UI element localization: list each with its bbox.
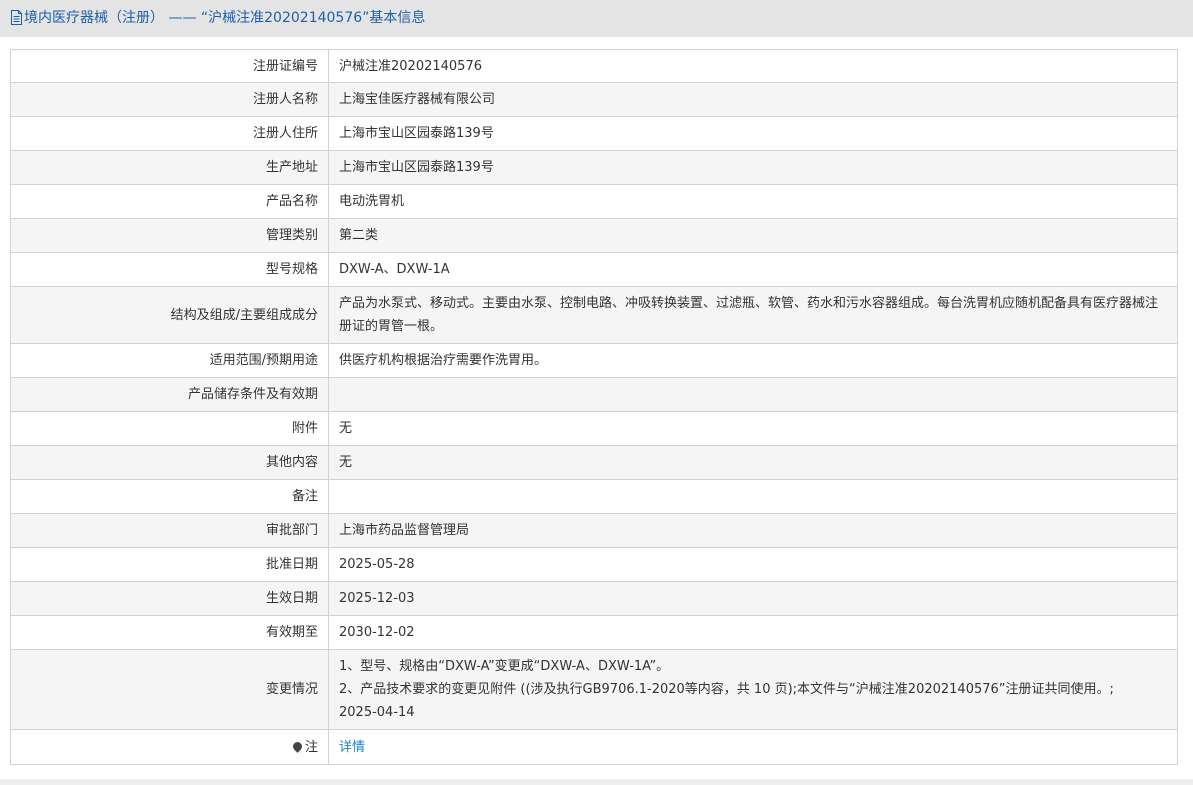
table-row: 批准日期 2025-05-28 bbox=[10, 547, 1178, 582]
table-row: 生效日期 2025-12-03 bbox=[10, 581, 1178, 616]
table-row: 有效期至 2030-12-02 bbox=[10, 615, 1178, 650]
table-row: 型号规格 DXW-A、DXW-1A bbox=[10, 252, 1178, 287]
change-line: 2025-04-14 bbox=[339, 705, 415, 720]
page-header: 境内医疗器械（注册） —— “沪械注准20202140576”基本信息 bbox=[0, 0, 1193, 37]
field-label: 注册人住所 bbox=[10, 116, 329, 151]
field-value: 上海市药品监督管理局 bbox=[328, 513, 1178, 548]
field-value: 电动洗胃机 bbox=[328, 184, 1178, 219]
info-table-body: 注册证编号 沪械注准20202140576 注册人名称 上海宝佳医疗器械有限公司 注册人… bbox=[10, 49, 1178, 765]
change-line: 1、型号、规格由“DXW-A”变更成“DXW-A、DXW-1A”。 bbox=[339, 659, 670, 674]
footer-strip bbox=[0, 779, 1193, 785]
field-label: 产品储存条件及有效期 bbox=[10, 377, 329, 412]
table-row: 注册证编号 沪械注准20202140576 bbox=[10, 49, 1178, 83]
field-value: 上海宝佳医疗器械有限公司 bbox=[328, 82, 1178, 117]
info-table: 注册证编号 沪械注准20202140576 注册人名称 上海宝佳医疗器械有限公司 注册人… bbox=[10, 49, 1178, 765]
field-label: 生效日期 bbox=[10, 581, 329, 616]
field-label: 结构及组成/主要组成成分 bbox=[10, 286, 329, 344]
field-value: 上海市宝山区园泰路139号 bbox=[328, 116, 1178, 151]
field-value: 沪械注准20202140576 bbox=[328, 49, 1178, 83]
note-value: 详情 bbox=[328, 729, 1178, 765]
table-row: 其他内容无 bbox=[10, 445, 1178, 480]
field-label: 附件 bbox=[10, 411, 329, 446]
table-row: 附件无 bbox=[10, 411, 1178, 446]
field-label: 适用范围/预期用途 bbox=[10, 343, 329, 378]
field-label: 变更情况 bbox=[10, 649, 329, 730]
field-value: 2025-05-28 bbox=[328, 547, 1178, 582]
table-row-changes: 变更情况 1、型号、规格由“DXW-A”变更成“DXW-A、DXW-1A”。 2、产… bbox=[10, 649, 1178, 730]
field-label: 注册证编号 bbox=[10, 49, 329, 83]
table-row: 生产地址 上海市宝山区园泰路139号 bbox=[10, 150, 1178, 185]
document-icon bbox=[10, 10, 23, 30]
field-label: 备注 bbox=[10, 479, 329, 514]
field-value bbox=[328, 377, 1178, 412]
page-title: 境内医疗器械（注册） —— “沪械注准20202140576”基本信息 bbox=[10, 9, 425, 30]
field-label: 产品名称 bbox=[10, 184, 329, 219]
field-label: 审批部门 bbox=[10, 513, 329, 548]
changes-value: 1、型号、规格由“DXW-A”变更成“DXW-A、DXW-1A”。 2、产品技术要… bbox=[328, 649, 1178, 730]
table-row: 注册人住所 上海市宝山区园泰路139号 bbox=[10, 116, 1178, 151]
field-label: 管理类别 bbox=[10, 218, 329, 253]
info-panel: 注册证编号 沪械注准20202140576 注册人名称 上海宝佳医疗器械有限公司 注册人… bbox=[0, 37, 1193, 779]
field-value: 产品为水泵式、移动式。主要由水泵、控制电路、冲吸转换装置、过滤瓶、软管、药水和污… bbox=[328, 286, 1178, 344]
note-label: 注 bbox=[304, 739, 318, 755]
table-row: 注册人名称 上海宝佳医疗器械有限公司 bbox=[10, 82, 1178, 117]
table-row: 管理类别 第二类 bbox=[10, 218, 1178, 253]
map-pin-icon bbox=[291, 739, 304, 753]
field-label: 有效期至 bbox=[10, 615, 329, 650]
field-value: 无 bbox=[328, 411, 1178, 446]
detail-link[interactable]: 详情 bbox=[339, 740, 365, 755]
field-label: 批准日期 bbox=[10, 547, 329, 582]
change-line: 2、产品技术要求的变更见附件 ((涉及执行GB9706.1-2020等内容，共 … bbox=[339, 682, 1114, 697]
field-value: 2030-12-02 bbox=[328, 615, 1178, 650]
table-row: 适用范围/预期用途 供医疗机构根据治疗需要作洗胃用。 bbox=[10, 343, 1178, 378]
field-value: 上海市宝山区园泰路139号 bbox=[328, 150, 1178, 185]
page-title-text: 境内医疗器械（注册） —— “沪械注准20202140576”基本信息 bbox=[24, 10, 426, 26]
note-label-cell: 注 bbox=[10, 729, 329, 765]
field-label: 型号规格 bbox=[10, 252, 329, 287]
field-value bbox=[328, 479, 1178, 514]
field-value: 无 bbox=[328, 445, 1178, 480]
field-label: 生产地址 bbox=[10, 150, 329, 185]
field-value: 2025-12-03 bbox=[328, 581, 1178, 616]
field-value: 供医疗机构根据治疗需要作洗胃用。 bbox=[328, 343, 1178, 378]
table-row: 备注 bbox=[10, 479, 1178, 514]
table-row: 产品名称 电动洗胃机 bbox=[10, 184, 1178, 219]
field-label: 注册人名称 bbox=[10, 82, 329, 117]
field-label: 其他内容 bbox=[10, 445, 329, 480]
table-row: 审批部门 上海市药品监督管理局 bbox=[10, 513, 1178, 548]
table-row-note: 注 详情 bbox=[10, 729, 1178, 765]
table-row: 结构及组成/主要组成成分 产品为水泵式、移动式。主要由水泵、控制电路、冲吸转换装置… bbox=[10, 286, 1178, 344]
field-value: DXW-A、DXW-1A bbox=[328, 252, 1178, 287]
field-value: 第二类 bbox=[328, 218, 1178, 253]
table-row: 产品储存条件及有效期 bbox=[10, 377, 1178, 412]
